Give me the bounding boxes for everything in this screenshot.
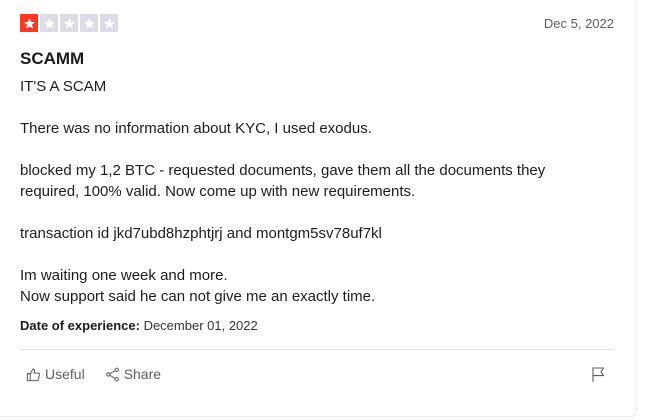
review-paragraph: IT'S A SCAM (20, 78, 107, 95)
share-icon (105, 367, 120, 382)
useful-button[interactable]: Useful (26, 366, 85, 382)
share-label: Share (123, 366, 162, 382)
review-title: SCAMM (20, 49, 85, 68)
divider (20, 349, 614, 350)
date-of-experience-label: Date of experience: (20, 318, 140, 333)
flag-button[interactable] (591, 366, 606, 383)
date-of-experience-value: December 01, 2022 (143, 318, 258, 333)
star-rating (20, 14, 118, 32)
review-paragraph: blocked my 1,2 BTC - requested documents… (20, 162, 546, 200)
star-icon (60, 14, 78, 32)
review-paragraph: Im waiting one week and more. Now suppor… (20, 267, 376, 305)
review-card: Dec 5, 2022 SCAMM IT'S A SCAM There was … (0, 0, 637, 417)
useful-label: Useful (45, 366, 85, 382)
review-paragraph: There was no information about KYC, I us… (20, 120, 372, 137)
date-of-experience: Date of experience: December 01, 2022 (20, 318, 258, 333)
star-icon (40, 14, 58, 32)
review-date: Dec 5, 2022 (543, 16, 614, 31)
review-paragraph: transaction id jkd7ubd8hzphtjrj and mont… (20, 225, 382, 242)
review-body: IT'S A SCAM There was no information abo… (20, 76, 600, 307)
review-actions: Useful Share (26, 366, 161, 382)
flag-icon (591, 366, 606, 383)
star-icon (80, 14, 98, 32)
share-button[interactable]: Share (105, 366, 161, 382)
star-icon (100, 14, 118, 32)
thumbs-up-icon (26, 367, 41, 382)
star-icon (20, 14, 38, 32)
